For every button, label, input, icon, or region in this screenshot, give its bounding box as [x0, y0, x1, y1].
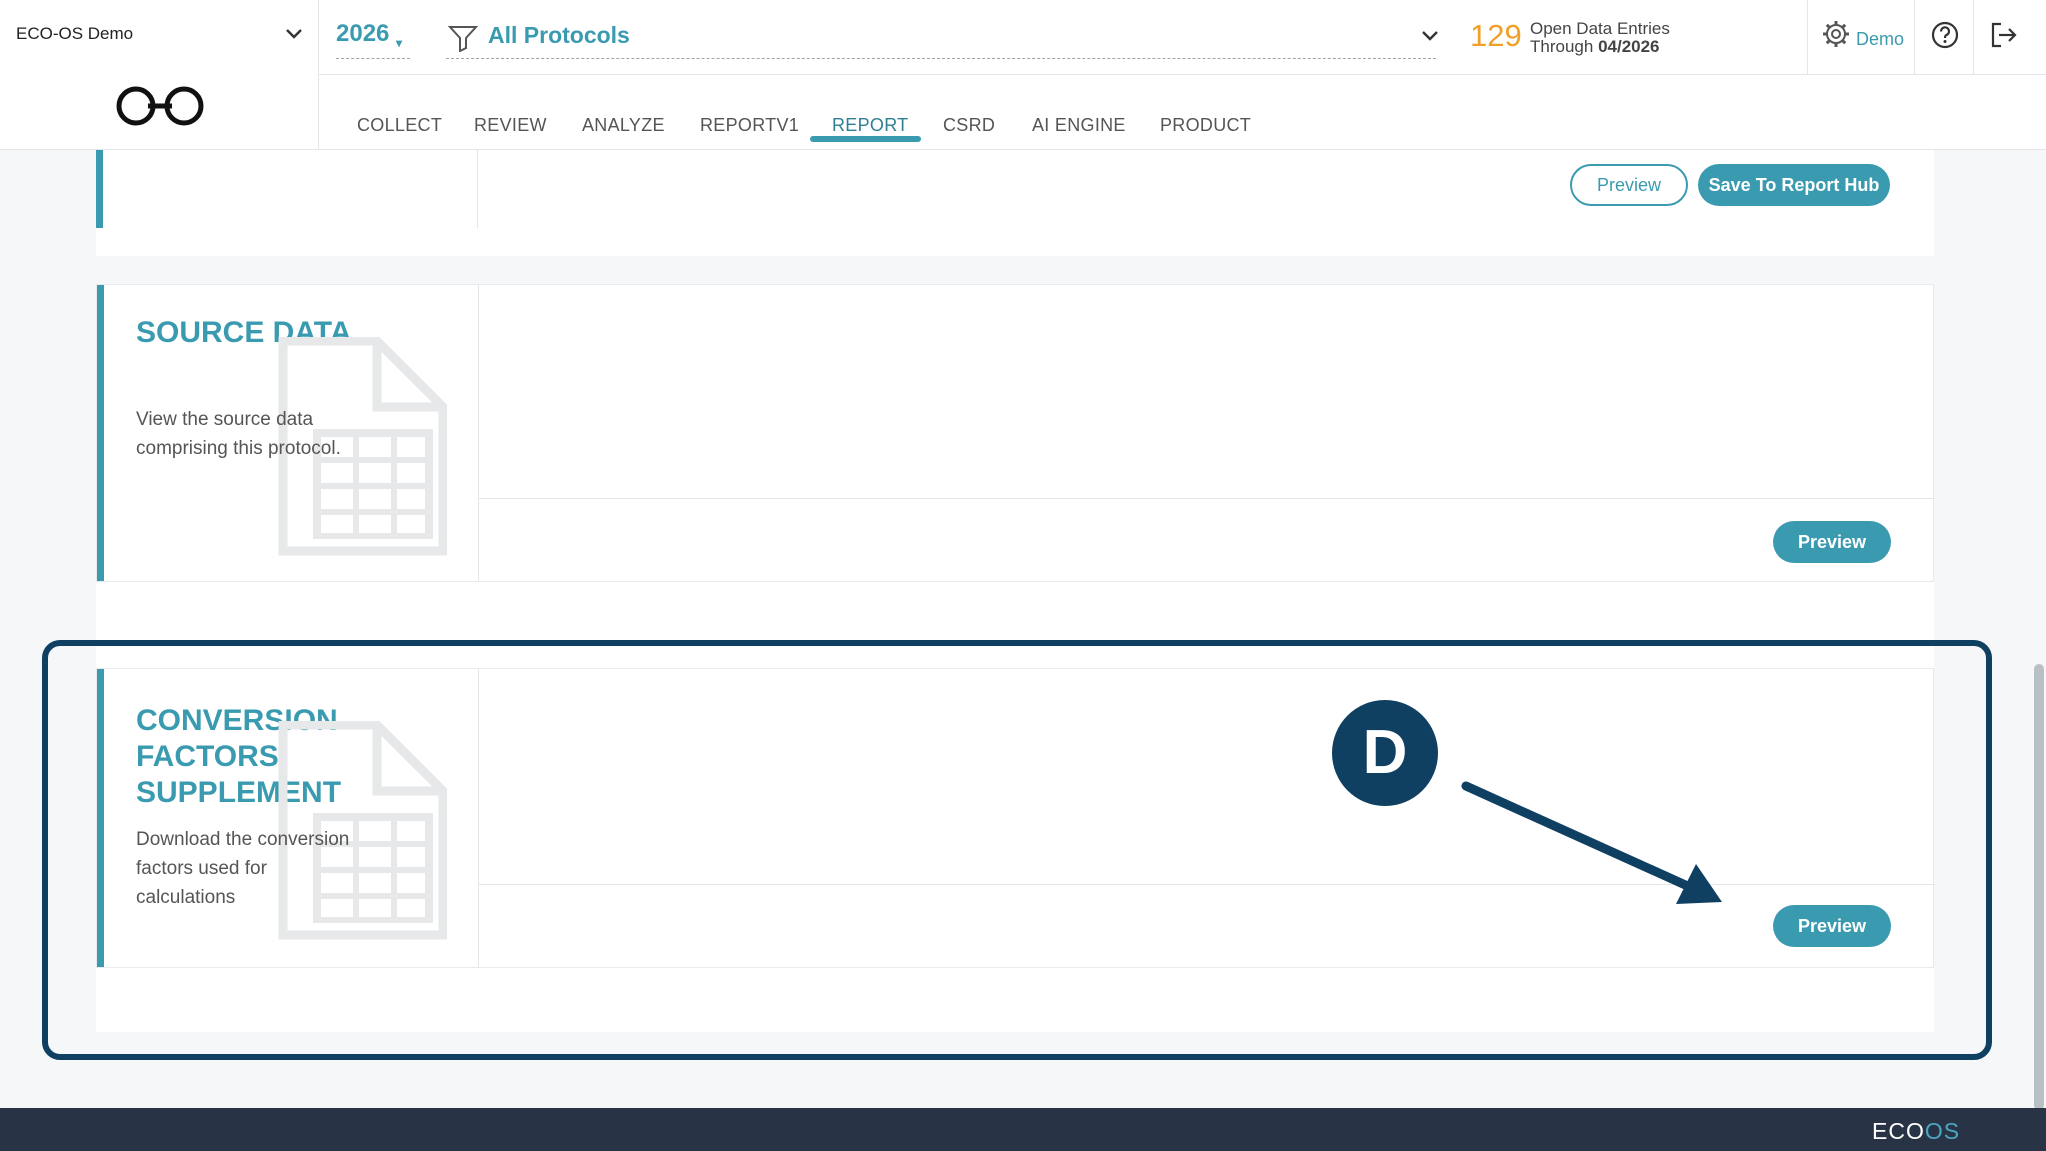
year-value: 2026: [336, 20, 390, 47]
footer: ECOOS: [0, 1108, 2046, 1151]
divider: [1807, 0, 1808, 74]
annotation-step-badge: D: [1332, 700, 1438, 806]
source-data-card: SOURCE DATA View the source data compris…: [96, 284, 1935, 582]
source-data-preview-button[interactable]: Preview: [1773, 521, 1891, 563]
card-accent: [96, 150, 103, 228]
active-tab-indicator: [810, 136, 921, 142]
divider: [318, 0, 319, 74]
tab-product[interactable]: PRODUCT: [1160, 115, 1251, 136]
chevron-down-icon: [286, 29, 302, 39]
save-to-report-hub-button[interactable]: Save To Report Hub: [1698, 164, 1890, 206]
top-bar: ECO-OS Demo 2026 ▾ All Protocols 129 Ope…: [0, 0, 2046, 150]
tab-report[interactable]: REPORT: [832, 115, 908, 136]
tab-collect[interactable]: COLLECT: [357, 115, 442, 136]
help-icon[interactable]: [1930, 20, 1960, 50]
annotation-arrow-icon: [1461, 781, 1722, 904]
card-footer: [96, 228, 1934, 256]
protocol-label: All Protocols: [488, 22, 630, 48]
user-menu[interactable]: Demo: [1856, 29, 1904, 50]
filter-icon: [448, 26, 478, 52]
gear-icon[interactable]: [1822, 20, 1850, 48]
tab-review[interactable]: REVIEW: [474, 115, 547, 136]
protocol-filter[interactable]: All Protocols: [446, 20, 1438, 59]
org-selector[interactable]: ECO-OS Demo: [0, 0, 318, 72]
card-footer: [96, 582, 1934, 642]
conversion-factors-description: Download the conversion factors used for…: [136, 829, 350, 908]
divider: [478, 498, 1935, 499]
divider: [318, 74, 2046, 75]
preview-button[interactable]: Preview: [1570, 164, 1688, 206]
footer-logo: ECOOS: [1872, 1118, 1961, 1144]
card-accent: [97, 285, 104, 581]
scrollbar-thumb[interactable]: [2034, 664, 2044, 1110]
chevron-down-icon: [1422, 31, 1438, 41]
tab-analyze[interactable]: ANALYZE: [582, 115, 665, 136]
tab-csrd[interactable]: CSRD: [943, 115, 995, 136]
open-entries-count[interactable]: 129: [1470, 18, 1522, 54]
divider: [477, 150, 478, 228]
tab-reportv1[interactable]: REPORTV1: [700, 115, 799, 136]
year-selector[interactable]: 2026 ▾: [336, 20, 410, 59]
open-entries-label: Open Data Entries: [1530, 19, 1670, 38]
tab-ai-engine[interactable]: AI ENGINE: [1032, 115, 1126, 136]
source-data-description: View the source data comprising this pro…: [136, 409, 341, 459]
divider: [1973, 0, 1974, 74]
report-card-partial: Preview Save To Report Hub: [96, 150, 1934, 228]
eco-os-logo-icon: [116, 86, 204, 126]
open-entries-through: Through 04/2026: [1530, 37, 1660, 56]
caret-down-icon: ▾: [396, 36, 403, 50]
divider: [1914, 0, 1915, 74]
org-name: ECO-OS Demo: [16, 24, 134, 43]
divider: [318, 74, 319, 149]
logout-icon[interactable]: [1988, 20, 2018, 50]
divider: [478, 285, 479, 581]
